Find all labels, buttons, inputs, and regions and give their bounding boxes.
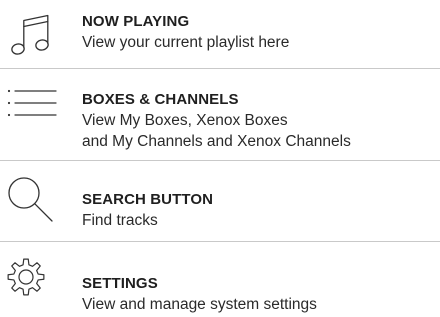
menu-item-description: Find tracks [82,212,158,229]
gear-icon [4,254,62,304]
menu-item-boxes-channels[interactable]: BOXES & CHANNELS View My Boxes, Xenox Bo… [0,69,440,160]
menu-item-description: View My Boxes, Xenox Boxes [82,112,288,129]
menu-item-settings[interactable]: SETTINGS View and manage system settings [0,242,440,317]
help-menu: NOW PLAYING View your current playlist h… [0,0,440,317]
menu-item-title: SEARCH BUTTON [82,191,214,208]
menu-item-text: SETTINGS View and manage system settings [82,274,436,315]
menu-item-now-playing[interactable]: NOW PLAYING View your current playlist h… [0,0,440,68]
menu-item-title: NOW PLAYING [82,13,190,30]
menu-item-description: View and manage system settings [82,296,317,313]
menu-item-text: SEARCH BUTTON Find tracks [82,190,436,231]
menu-item-text: BOXES & CHANNELS View My Boxes, Xenox Bo… [82,90,436,152]
menu-item-title: BOXES & CHANNELS [82,91,239,108]
menu-item-description: and My Channels and Xenox Channels [82,133,351,150]
list-icon [4,85,62,131]
search-icon [4,173,62,229]
menu-item-search[interactable]: SEARCH BUTTON Find tracks [0,161,440,241]
menu-item-text: NOW PLAYING View your current playlist h… [82,12,436,53]
menu-item-description: View your current playlist here [82,34,290,51]
music-note-icon [4,12,62,58]
menu-item-title: SETTINGS [82,275,158,292]
